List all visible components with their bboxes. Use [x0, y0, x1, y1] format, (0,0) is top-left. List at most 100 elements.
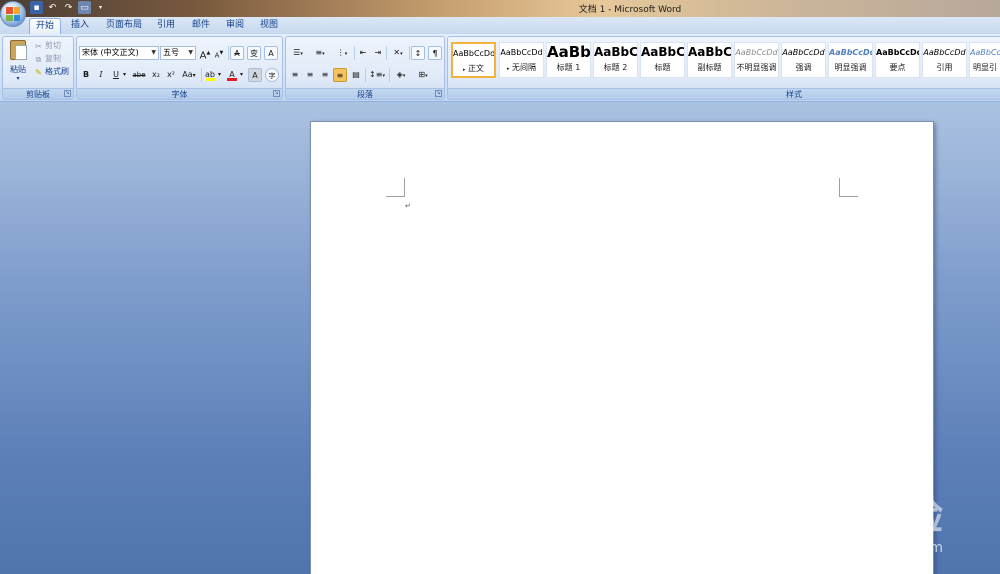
style-heading-2[interactable]: AaBbC 标题 2 — [593, 42, 638, 78]
shading-icon[interactable]: ◈▾ — [391, 68, 411, 82]
justify-icon[interactable]: ≡ — [333, 68, 347, 82]
char-shading-button[interactable]: A — [248, 68, 262, 82]
underline-label: U — [113, 70, 119, 79]
style-sample: AaBbCcDd — [453, 49, 494, 58]
clipboard-dialog-launcher[interactable]: ↘ — [64, 90, 71, 97]
tab-home[interactable]: 开始 — [29, 18, 61, 34]
grow-font-button[interactable]: A▲ — [198, 46, 212, 61]
font-size-combo[interactable]: 五号 ▼ — [160, 46, 196, 60]
style-name: 标题 — [654, 63, 671, 72]
divider — [228, 46, 229, 60]
highlight-button[interactable]: ab — [203, 68, 217, 82]
office-button[interactable] — [0, 1, 26, 27]
style-normal[interactable]: AaBbCcDd ▸ 正文 — [451, 42, 496, 78]
watermark: Bai du 经验 jingyan.baidu.com — [711, 485, 944, 556]
numbering-icon[interactable]: ≡▾ — [310, 46, 330, 60]
bold-label: B — [82, 70, 90, 79]
tab-insert[interactable]: 插入 — [66, 18, 94, 34]
align-right-icon[interactable]: ≡ — [318, 68, 332, 82]
style-sample: AaBbCcDd — [923, 48, 966, 57]
styles-group-label: 样式 — [448, 88, 1000, 99]
watermark-url: jingyan.baidu.com — [797, 540, 944, 556]
tab-page-layout[interactable]: 页面布局 — [103, 18, 145, 34]
style-sample: AaBbCcDd — [735, 48, 778, 57]
font-dialog-launcher[interactable]: ↘ — [273, 90, 280, 97]
multilevel-list-icon[interactable]: ⋮▾ — [332, 46, 352, 60]
underline-dropdown-icon[interactable]: ▾ — [121, 68, 128, 82]
style-subtle-emphasis[interactable]: AaBbCcDd 不明显强调 — [734, 42, 779, 78]
divider — [389, 68, 390, 82]
decrease-indent-icon[interactable]: ⇤ — [356, 46, 370, 60]
paragraph-group-label: 段落 — [286, 88, 444, 99]
office-logo-icon — [6, 7, 20, 21]
style-intense-quote[interactable]: AaBbCcDd 明显引 — [969, 42, 1000, 78]
style-title[interactable]: AaBbC 标题 — [640, 42, 685, 78]
italic-button[interactable]: I — [94, 68, 108, 82]
style-name: 明显强调 — [834, 63, 867, 72]
font-color-dropdown-icon[interactable]: ▾ — [238, 68, 245, 82]
bullets-icon[interactable]: ☰▾ — [288, 46, 308, 60]
cut-label: 剪切 — [45, 41, 61, 50]
style-sample: AaBbC — [594, 45, 637, 59]
show-marks-icon[interactable]: ¶ — [428, 46, 442, 60]
paragraph-mark: ↵ — [405, 202, 411, 210]
style-name: 明显引 — [973, 63, 997, 72]
style-heading-1[interactable]: AaBb 标题 1 — [546, 42, 591, 78]
char-shading-icon: A — [252, 71, 258, 80]
tab-references[interactable]: 引用 — [152, 18, 180, 34]
enclose-label: 字 — [268, 72, 276, 80]
paste-label: 粘贴 — [10, 65, 26, 74]
style-emphasis[interactable]: AaBbCcDd 强调 — [781, 42, 826, 78]
highlight-dropdown-icon[interactable]: ▾ — [216, 68, 223, 82]
paragraph-group: ☰▾ ≡▾ ⋮▾ ⇤ ⇥ ✕▾ ↕ ¶ ≡ ≡ ≡ ≡ ▤ ↕≡▾ ◈▾ ⊞▾ … — [285, 36, 445, 100]
style-sample: AaBbCcDd — [782, 48, 825, 57]
bold-button[interactable]: B — [79, 68, 93, 82]
copy-button[interactable]: ⧉ 复制 — [34, 53, 61, 65]
format-painter-button[interactable]: ✎ 格式刷 — [34, 66, 69, 78]
style-sample: AaBbCcDd — [876, 48, 919, 57]
style-name: 标题 1 — [556, 63, 581, 72]
style-quote[interactable]: AaBbCcDd 引用 — [922, 42, 967, 78]
clipboard-group: 粘贴 ▾ ✂ 剪切 ⧉ 复制 ✎ 格式刷 剪贴板 ↘ — [2, 36, 74, 100]
align-center-icon[interactable]: ≡ — [303, 68, 317, 82]
style-strong[interactable]: AaBbCcDd 要点 — [875, 42, 920, 78]
style-name: 副标题 — [697, 63, 722, 72]
style-subtitle[interactable]: AaBbC 副标题 — [687, 42, 732, 78]
ribbon-tabs: 开始 插入 页面布局 引用 邮件 审阅 视图 — [0, 17, 1000, 34]
style-no-spacing[interactable]: AaBbCcDd ▸ 无间隔 — [499, 42, 544, 78]
paste-button[interactable]: 粘贴 ▾ — [7, 40, 29, 86]
tab-mailings[interactable]: 邮件 — [187, 18, 215, 34]
divider — [201, 68, 202, 82]
font-color-button[interactable]: A — [225, 68, 239, 82]
shrink-font-button[interactable]: A▼ — [212, 46, 226, 60]
sort-icon[interactable]: ↕ — [411, 46, 425, 60]
strike-label: abe — [132, 71, 146, 79]
enclose-char-button[interactable]: 字 — [265, 68, 279, 82]
clear-format-button[interactable]: A — [230, 46, 244, 60]
change-case-button[interactable]: Aa▾ — [180, 68, 198, 82]
strikethrough-button[interactable]: abe — [131, 68, 147, 82]
borders-icon[interactable]: ⊞▾ — [413, 68, 433, 82]
style-name: 强调 — [795, 63, 812, 72]
superscript-button[interactable]: x² — [164, 68, 178, 82]
tab-review[interactable]: 审阅 — [221, 18, 249, 34]
ribbon: 粘贴 ▾ ✂ 剪切 ⧉ 复制 ✎ 格式刷 剪贴板 ↘ 宋体 (中文正文) ▼ 五… — [0, 34, 1000, 102]
tab-view[interactable]: 视图 — [255, 18, 283, 34]
style-intense-emphasis[interactable]: AaBbCcDd 明显强调 — [828, 42, 873, 78]
style-sample: AaBbC — [688, 45, 731, 59]
increase-indent-icon[interactable]: ⇥ — [371, 46, 385, 60]
divider — [354, 46, 355, 60]
pinyin-guide-button[interactable]: 变 — [247, 46, 261, 60]
cut-button[interactable]: ✂ 剪切 — [34, 40, 61, 52]
char-border-button[interactable]: A — [264, 46, 278, 60]
font-name-combo[interactable]: 宋体 (中文正文) ▼ — [79, 46, 159, 60]
paragraph-dialog-launcher[interactable]: ↘ — [435, 90, 442, 97]
distributed-icon[interactable]: ▤ — [349, 68, 363, 82]
char-border-label: A — [268, 49, 274, 58]
subscript-button[interactable]: x₂ — [149, 68, 163, 82]
align-left-icon[interactable]: ≡ — [288, 68, 302, 82]
font-group-label: 字体 — [77, 88, 282, 99]
format-painter-label: 格式刷 — [45, 67, 69, 76]
asian-layout-icon[interactable]: ✕▾ — [388, 46, 408, 60]
line-spacing-icon[interactable]: ↕≡▾ — [367, 68, 387, 82]
